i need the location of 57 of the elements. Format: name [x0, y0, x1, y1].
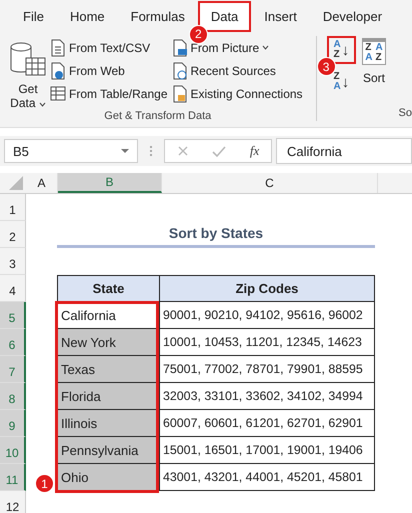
formula-field[interactable]: California [276, 138, 412, 164]
ribbon-command[interactable]: Recent Sources [172, 61, 303, 80]
ribbon-tab[interactable]: Home [56, 0, 118, 32]
row-header[interactable]: 7 [0, 356, 26, 383]
row-header[interactable]: 3 [0, 248, 26, 275]
row-header[interactable]: 1 [0, 194, 26, 221]
table-cell: 10001, 10453, 11201, 12345, 14623 [160, 329, 375, 356]
table-cell[interactable]: New York [57, 329, 160, 356]
ribbon-tab[interactable]: Insert [251, 0, 310, 32]
row-header[interactable]: 11 [0, 464, 26, 491]
document-icon [50, 62, 66, 80]
table-cell: 90001, 90210, 94102, 95616, 96002 [160, 302, 375, 329]
get-data-button[interactable]: Get Data [10, 36, 46, 110]
ribbon-tab[interactable]: Developer [310, 0, 396, 32]
row-header[interactable]: 6 [0, 329, 26, 356]
check-icon[interactable] [212, 145, 226, 157]
table-cell[interactable]: Ohio [57, 464, 160, 491]
table-cell[interactable]: Pennsylvania [57, 437, 160, 464]
step-badge: 1 [35, 474, 54, 493]
row-header[interactable]: 8 [0, 383, 26, 410]
row-header[interactable]: 4 [0, 275, 26, 302]
column-header[interactable]: B [58, 173, 162, 193]
table-cell[interactable]: Florida [57, 383, 160, 410]
caret-icon [121, 148, 129, 154]
insert-function-button[interactable]: fx [250, 143, 260, 159]
sort-button[interactable]: Z A A Z Sort [362, 36, 386, 107]
caret-icon [38, 102, 46, 107]
table-cell[interactable]: Texas [57, 356, 160, 383]
table-cell: 32003, 33101, 33602, 34102, 34994 [160, 383, 375, 410]
ribbon-command[interactable]: From Table/Range [50, 84, 168, 103]
group-label: So [398, 107, 412, 121]
document-icon [50, 38, 66, 56]
column-heading: Zip Codes [160, 275, 375, 302]
table-cell: 15001, 16501, 17001, 19001, 19406 [160, 437, 375, 464]
ribbon-command[interactable]: From Web [50, 61, 168, 80]
table-cell: 75001, 77002, 78701, 79901, 88595 [160, 356, 375, 383]
column-heading: State [57, 275, 160, 302]
document-icon [172, 84, 188, 102]
ribbon-command[interactable]: Existing Connections [172, 84, 303, 103]
name-box[interactable]: B5 [4, 139, 138, 163]
table-cell[interactable]: Illinois [57, 410, 160, 437]
row-header[interactable]: 12 [0, 491, 26, 513]
table-icon [50, 84, 66, 102]
document-icon [172, 38, 188, 56]
sheet-title: Sort by States [57, 221, 375, 248]
document-icon [172, 62, 188, 80]
row-header[interactable]: 5 [0, 302, 26, 329]
group-label: Get & Transform Data [103, 110, 212, 124]
ribbon-tab[interactable]: File [10, 0, 57, 32]
row-header[interactable]: 2 [0, 221, 26, 248]
row-header[interactable]: 10 [0, 437, 26, 464]
ribbon-command[interactable]: From Text/CSV [50, 38, 168, 57]
table-cell: 60007, 60601, 61201, 62701, 62901 [160, 410, 375, 437]
column-header[interactable]: C [162, 173, 378, 193]
row-header[interactable]: 9 [0, 410, 26, 437]
table-cell: 43001, 43201, 44001, 45201, 45801 [160, 464, 375, 491]
close-icon[interactable] [176, 145, 189, 157]
